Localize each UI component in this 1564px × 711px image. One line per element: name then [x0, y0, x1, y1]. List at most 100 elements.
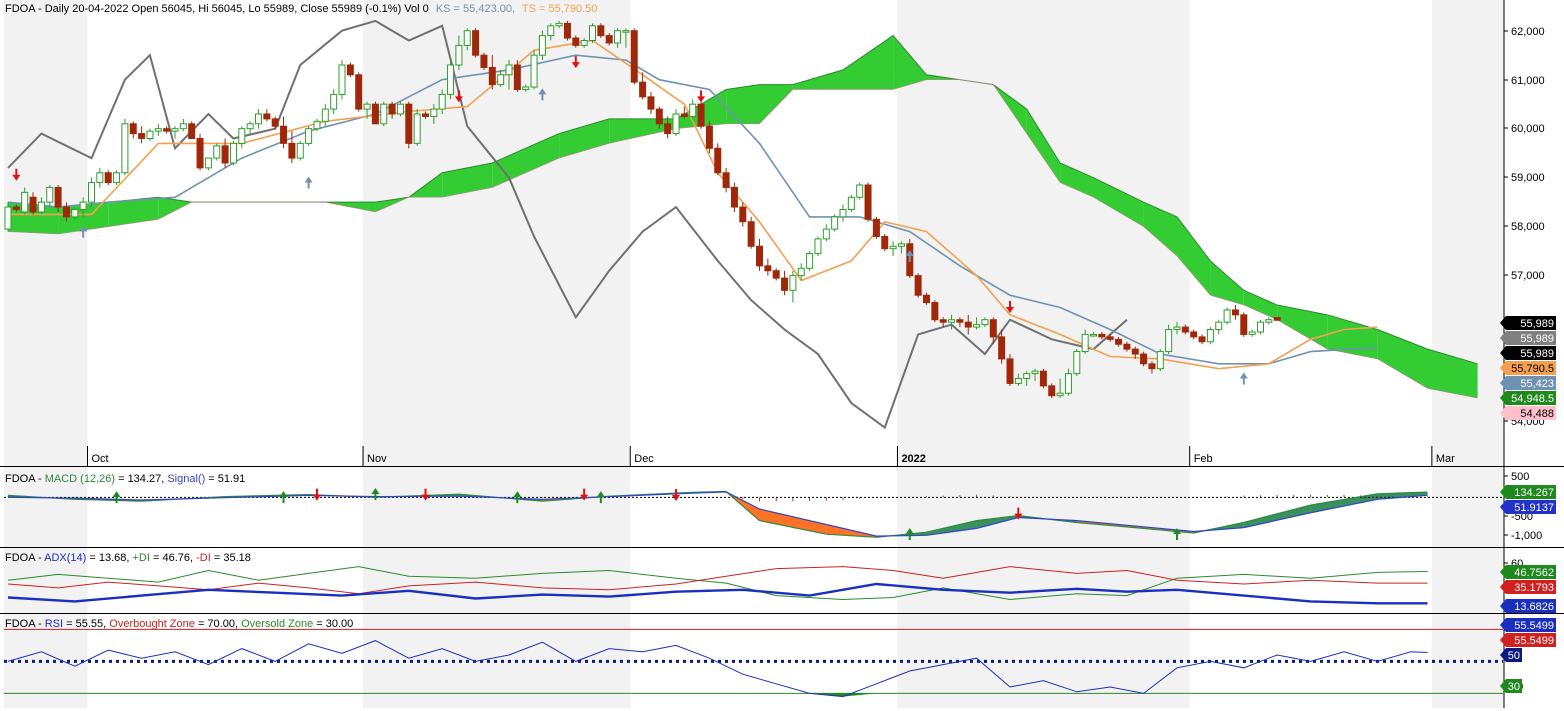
candle[interactable]	[589, 23, 596, 43]
candle[interactable]	[305, 126, 313, 146]
candle[interactable]	[213, 143, 221, 161]
candle[interactable]	[847, 194, 855, 212]
candle[interactable]	[1048, 383, 1056, 399]
candle[interactable]	[705, 121, 713, 154]
candle[interactable]	[764, 258, 772, 276]
candle[interactable]	[714, 143, 722, 176]
candle[interactable]	[672, 109, 680, 137]
candle[interactable]	[121, 118, 129, 176]
candle[interactable]	[472, 28, 480, 58]
candle[interactable]	[171, 126, 179, 139]
candle[interactable]	[513, 60, 521, 92]
candle[interactable]	[355, 72, 363, 112]
price-panel[interactable]	[4, 19, 1478, 430]
candle[interactable]	[881, 234, 889, 252]
candle[interactable]	[113, 170, 121, 186]
adx-panel[interactable]	[7, 566, 1428, 605]
candle[interactable]	[1156, 349, 1164, 372]
candle[interactable]	[1257, 319, 1264, 335]
candle[interactable]	[1140, 351, 1148, 367]
candle[interactable]	[856, 182, 864, 200]
candle[interactable]	[781, 270, 789, 296]
candle[interactable]	[538, 30, 546, 61]
candle[interactable]	[480, 52, 488, 70]
candle[interactable]	[338, 60, 346, 100]
candle[interactable]	[146, 128, 154, 141]
candle[interactable]	[196, 133, 204, 171]
candle[interactable]	[806, 251, 814, 271]
candle[interactable]	[831, 214, 839, 232]
candle[interactable]	[204, 157, 212, 171]
candle[interactable]	[246, 121, 254, 134]
candle[interactable]	[1240, 312, 1248, 337]
candle[interactable]	[321, 104, 329, 127]
rsi-value-tag: 55.5499	[1514, 620, 1554, 632]
candle[interactable]	[889, 241, 897, 257]
candle[interactable]	[747, 216, 755, 249]
candle-body-bear	[488, 66, 496, 86]
candle[interactable]	[280, 116, 288, 149]
candle[interactable]	[380, 101, 388, 127]
candle[interactable]	[296, 140, 304, 161]
candle[interactable]	[630, 28, 638, 85]
candle[interactable]	[530, 50, 538, 90]
candle[interactable]	[597, 23, 605, 39]
candle[interactable]	[1006, 354, 1014, 386]
candle[interactable]	[1039, 368, 1047, 389]
candle[interactable]	[447, 60, 455, 100]
candle-body-bear	[221, 145, 229, 164]
candle[interactable]	[330, 89, 338, 114]
candle[interactable]	[188, 121, 196, 139]
candle[interactable]	[814, 236, 822, 257]
candle[interactable]	[1206, 327, 1214, 345]
candle[interactable]	[154, 123, 162, 137]
candle[interactable]	[1190, 329, 1198, 340]
candle[interactable]	[1223, 307, 1231, 325]
candle[interactable]	[1165, 324, 1173, 355]
candle[interactable]	[263, 109, 271, 122]
candle[interactable]	[4, 202, 12, 232]
candle[interactable]	[1073, 349, 1081, 377]
rsi-panel[interactable]	[4, 628, 1503, 698]
candle[interactable]	[405, 101, 413, 149]
candle[interactable]	[1231, 305, 1239, 320]
candle[interactable]	[789, 270, 797, 303]
candle[interactable]	[288, 131, 296, 163]
candle-body-bull	[822, 228, 830, 240]
candle[interactable]	[872, 216, 880, 239]
candle[interactable]	[647, 91, 655, 114]
candle[interactable]	[864, 182, 872, 222]
candle[interactable]	[697, 99, 705, 129]
kumo-bull-segment	[843, 35, 894, 90]
candle[interactable]	[413, 109, 421, 146]
candle[interactable]	[238, 126, 246, 149]
candle[interactable]	[1273, 317, 1281, 321]
candle[interactable]	[1248, 329, 1256, 337]
candle[interactable]	[839, 204, 847, 222]
candle[interactable]	[229, 140, 237, 166]
candle[interactable]	[96, 167, 104, 188]
candle[interactable]	[1198, 334, 1206, 345]
candle[interactable]	[371, 101, 379, 125]
candle[interactable]	[722, 167, 730, 193]
candle[interactable]	[756, 238, 763, 271]
candle[interactable]	[772, 268, 780, 281]
candle[interactable]	[396, 101, 404, 117]
candle[interactable]	[563, 20, 571, 41]
macd-panel[interactable]	[4, 488, 1503, 540]
candle[interactable]	[730, 182, 738, 212]
candle[interactable]	[914, 273, 922, 298]
candle[interactable]	[1215, 319, 1223, 335]
candle[interactable]	[104, 170, 112, 186]
candle[interactable]	[88, 177, 95, 208]
candle[interactable]	[822, 224, 830, 242]
candle[interactable]	[179, 118, 187, 132]
candle[interactable]	[689, 99, 697, 119]
candle[interactable]	[931, 300, 939, 323]
candle[interactable]	[346, 62, 354, 78]
candle[interactable]	[129, 121, 137, 139]
candle[interactable]	[138, 126, 146, 144]
candle[interactable]	[1265, 317, 1273, 325]
candle[interactable]	[255, 109, 262, 129]
candle[interactable]	[271, 116, 279, 129]
